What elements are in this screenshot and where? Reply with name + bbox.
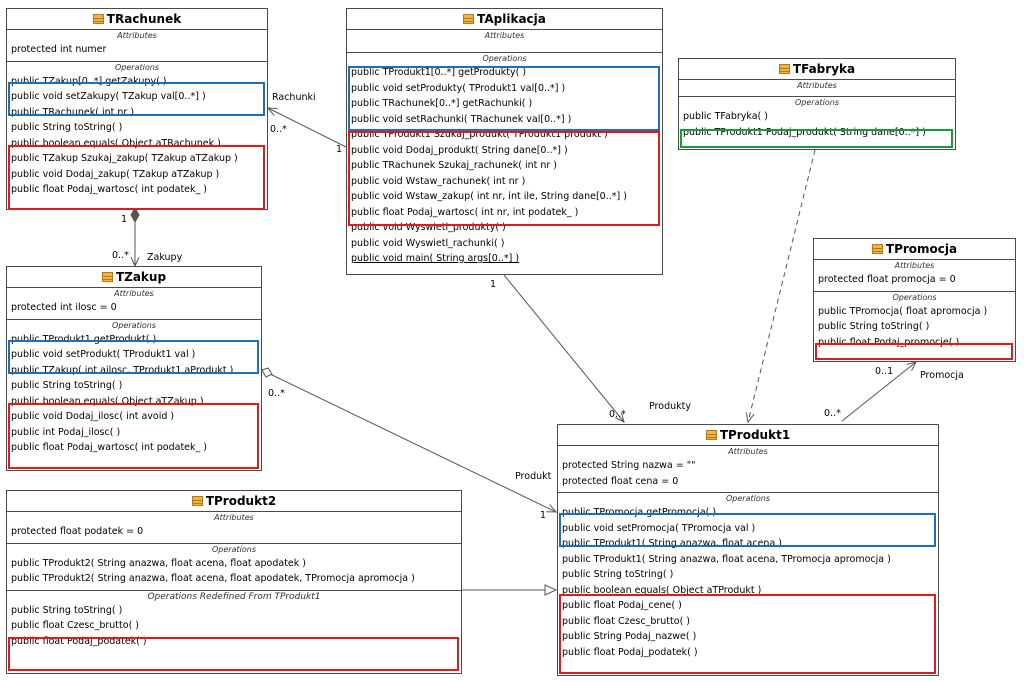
operations-label: Operations [212,544,256,554]
assoc-produkt-mult-far: 1 [540,510,547,521]
attribute-row: protected float podatek = 0 [11,526,144,537]
class-tprodukt2[interactable]: TProdukt2 Attributes protected float pod… [6,490,462,674]
method-highlight [559,594,936,674]
class-icon [92,14,104,24]
assoc-rachunki-mult-far: 1 [336,144,343,155]
assoc-zakupy-mult-near: 1 [121,214,128,225]
operation-row: public TFabryka( ) [683,111,768,122]
assoc-produkt-mult-near: 0..* [268,388,285,399]
accessor-highlight [348,66,660,131]
method-highlight [8,637,459,671]
operations-label: Operations [726,494,770,503]
attribute-row: protected String nazwa = "" [562,460,696,471]
attributes-label: Attributes [728,447,768,456]
operations-label: Operations [482,54,527,63]
class-header: TProdukt1 [558,425,938,446]
class-tzakup[interactable]: TZakup Attributes protected int ilosc = … [6,266,262,471]
redefined-label: Operations Redefined From TProdukt1 [147,591,321,602]
factory-highlight [680,129,953,148]
assoc-produkt-name: Produkt [515,471,552,482]
attribute-row: protected float promocja = 0 [818,274,956,285]
attributes-label: Attributes [894,261,935,270]
attributes-label: Attributes [484,31,525,40]
class-icon [191,496,203,506]
operation-row: public String toString( ) [818,321,930,332]
operations-label: Operations [112,320,156,330]
assoc-promocja-mult-far: 0..* [824,408,841,419]
operations-label: Operations [892,292,937,302]
class-header: TZakup [7,267,261,288]
class-header: TFabryka [679,59,955,80]
class-name: TProdukt2 [205,494,277,508]
assoc-produkty-name: Produkty [649,401,691,412]
class-name: TFabryka [792,62,856,76]
class-tfabryka[interactable]: TFabryka Attributes Operations public TF… [678,58,956,150]
class-taplikacja[interactable]: TAplikacja Attributes Operations public … [346,8,663,275]
assoc-produkty-line [503,274,624,422]
class-name: TZakup [115,270,167,284]
operations-label: Operations [115,62,159,72]
class-name: TPromocja [885,242,958,256]
operation-row: public TPromocja( float apromocja ) [818,305,988,317]
operations-label: Operations [795,98,839,107]
class-icon [705,430,717,440]
attributes-label: Attributes [797,81,837,90]
method-highlight [8,403,259,469]
assoc-produkty-mult-far: 0..* [609,409,626,420]
aggregation-diamond [261,367,273,378]
class-header: TRachunek [7,9,267,30]
class-header: TAplikacja [347,9,662,30]
operation-row: public String toString( ) [562,569,674,580]
assoc-zakupy-name: Zakupy [147,252,183,263]
composition-diamond [130,206,140,224]
class-name: TAplikacja [477,12,546,26]
attributes-label: Attributes [114,289,154,298]
assoc-promocja-mult-near: 0..1 [875,366,894,377]
class-icon [463,14,475,24]
assoc-rachunki-name: Rachunki [272,92,316,103]
class-icon [778,64,790,74]
redefined-row: public float Czesc_brutto( ) [11,620,140,631]
attribute-row: protected int numer [11,44,107,55]
operation-row: public TProdukt1( String anazwa, float a… [562,553,891,565]
accessor-highlight [559,513,936,547]
redefined-row: public String toString( ) [11,604,123,616]
method-highlight [8,145,265,210]
class-tpromocja[interactable]: TPromocja Attributes protected float pro… [813,238,1016,362]
class-name: TProdukt1 [719,428,791,442]
class-tprodukt1[interactable]: TProdukt1 Attributes protected String na… [557,424,939,676]
operation-row: public TProdukt2( String anazwa, float a… [11,573,415,584]
method-highlight [348,131,660,226]
attribute-row: protected float cena = 0 [562,475,679,487]
method-highlight [815,343,1013,360]
accessor-highlight [8,340,259,374]
attributes-label: Attributes [117,31,157,40]
dependency-fabryka-line [748,149,816,422]
class-name: TRachunek [106,12,182,26]
class-icon [871,244,883,254]
class-trachunek[interactable]: TRachunek Attributes protected int numer… [6,8,268,210]
accessor-highlight [8,82,265,116]
attributes-label: Attributes [214,513,254,522]
class-icon [101,272,113,282]
class-header: TPromocja [814,239,1015,260]
assoc-zakupy-mult-far: 0..* [112,250,129,261]
operation-row: public void Wyswietl_rachunki( ) [351,237,505,249]
class-header: TProdukt2 [7,491,461,512]
operation-row: public String toString( ) [11,122,123,133]
assoc-rachunki-mult-near: 0..* [270,124,287,135]
operation-row-static: public void main( String args[0..*] ) [351,253,520,264]
assoc-promocja-name: Promocja [920,370,964,381]
operation-row: public TProdukt2( String anazwa, float a… [11,557,306,569]
assoc-produkty-mult-near: 1 [490,279,497,290]
attribute-row: protected int ilosc = 0 [11,302,117,313]
operation-row: public String toString( ) [11,380,123,391]
